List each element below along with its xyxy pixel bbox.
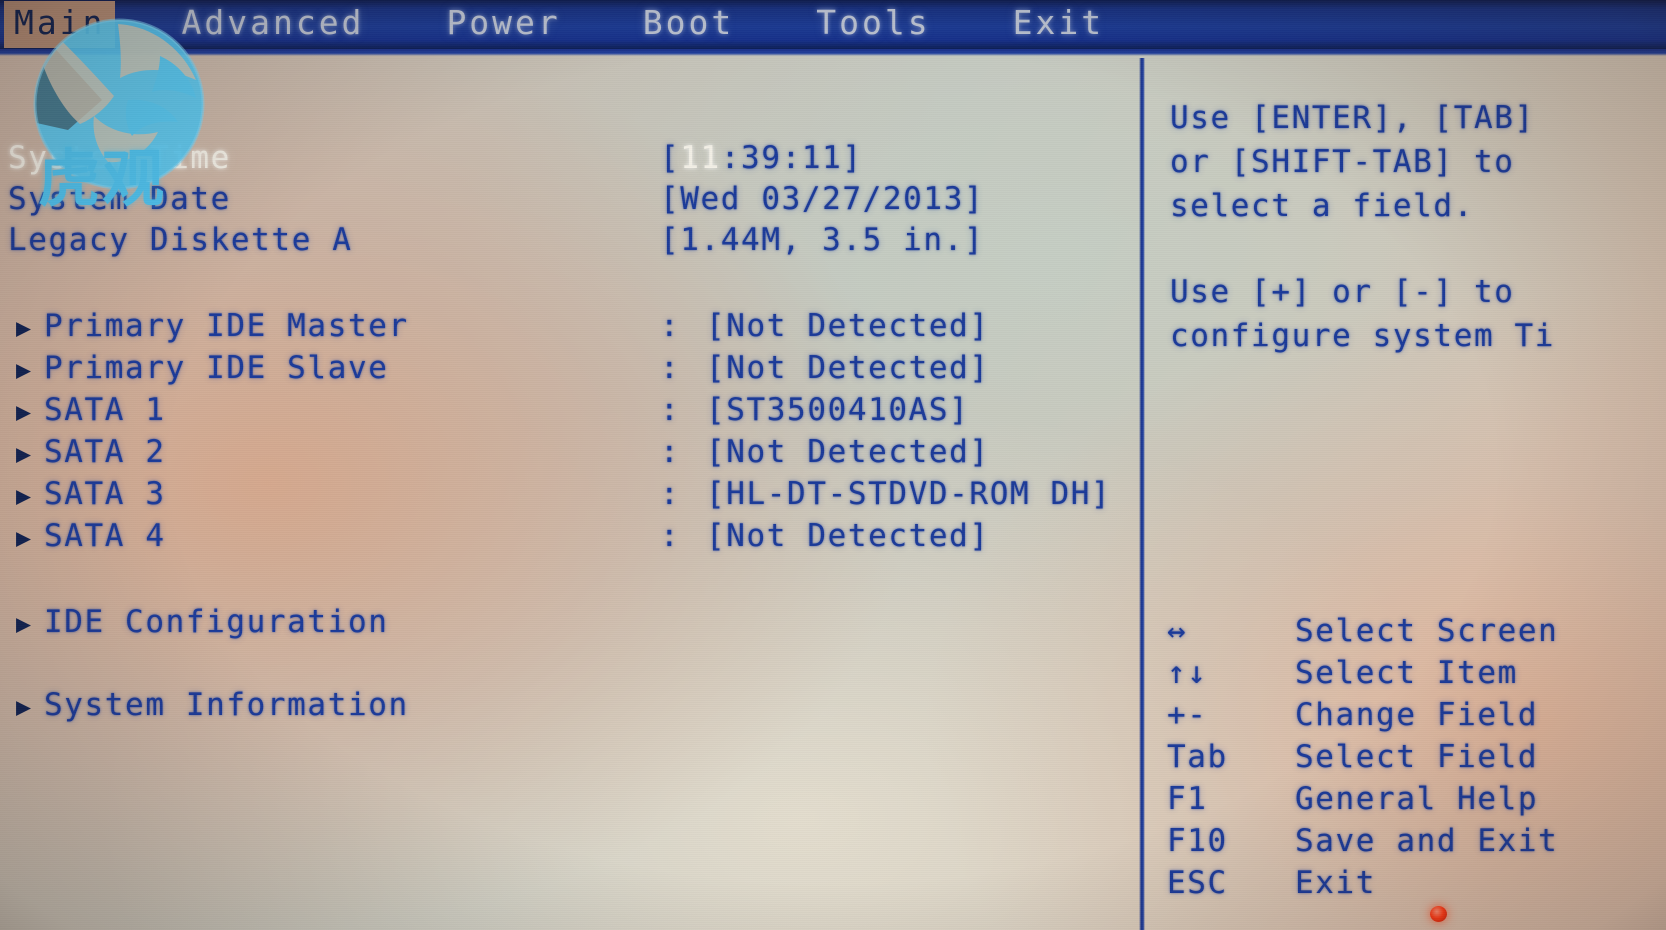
submenu-arrow-icon: ▶ bbox=[16, 481, 32, 510]
drive-value: [Not Detected] bbox=[706, 434, 990, 470]
system-time-hour-field[interactable]: 11 bbox=[680, 140, 721, 176]
setting-row-system-date[interactable]: System Date [Wed 03/27/2013] bbox=[0, 179, 984, 220]
drive-label: Primary IDE Slave bbox=[44, 350, 389, 386]
submenu-arrow-icon: ▶ bbox=[16, 692, 32, 721]
drive-label: SATA 3 bbox=[44, 476, 166, 512]
key-legend-row-general-help: F1 General Help bbox=[1167, 779, 1538, 820]
bios-menu-bar[interactable]: Main Advanced Power Boot Tools Exit bbox=[0, 0, 1666, 49]
menu-tab-exit[interactable]: Exit bbox=[1003, 1, 1114, 48]
key-glyph-tab: Tab bbox=[1167, 739, 1228, 775]
key-action-label: Select Item bbox=[1295, 655, 1518, 691]
drive-value: [Not Detected] bbox=[706, 518, 990, 554]
submenu-arrow-icon: ▶ bbox=[16, 313, 32, 342]
key-legend-row-save-and-exit: F10 Save and Exit bbox=[1167, 821, 1558, 862]
drive-value: [ST3500410AS] bbox=[706, 392, 970, 428]
key-legend-row-select-screen: ↔ Select Screen bbox=[1167, 611, 1558, 652]
system-time-label: System Time bbox=[8, 140, 231, 176]
monitor-power-led-indicator bbox=[1430, 906, 1447, 922]
key-action-label: Change Field bbox=[1295, 697, 1539, 733]
drive-separator: : bbox=[660, 350, 681, 386]
system-date-value[interactable]: [Wed 03/27/2013] bbox=[660, 179, 984, 220]
key-glyph-arrows-horizontal-icon: ↔ bbox=[1167, 613, 1188, 649]
setting-row-system-time[interactable]: System Time [11:39:11] bbox=[0, 138, 863, 179]
main-settings-pane: System Time [11:39:11] System Date [Wed … bbox=[0, 58, 1143, 930]
setting-row-legacy-diskette[interactable]: Legacy Diskette A [1.44M, 3.5 in.] bbox=[0, 220, 984, 261]
key-legend-row-exit: ESC Exit bbox=[1167, 863, 1376, 904]
system-time-rest[interactable]: :39:11] bbox=[721, 140, 863, 176]
drive-label: Primary IDE Master bbox=[44, 308, 409, 344]
key-legend-row-select-field: Tab Select Field bbox=[1167, 737, 1538, 778]
drive-value: [Not Detected] bbox=[706, 350, 990, 386]
key-glyph-f1: F1 bbox=[1167, 781, 1208, 817]
submenu-arrow-icon: ▶ bbox=[16, 523, 32, 552]
help-pane: Use [ENTER], [TAB] or [SHIFT-TAB] to sel… bbox=[1145, 58, 1666, 930]
key-action-label: Select Field bbox=[1295, 739, 1539, 775]
drive-value: [HL-DT-STDVD-ROM DH] bbox=[706, 476, 1112, 512]
drive-row-sata-2[interactable]: ▶ SATA 2 : [Not Detected] bbox=[0, 432, 990, 473]
legacy-diskette-label: Legacy Diskette A bbox=[8, 222, 353, 258]
drive-label: SATA 1 bbox=[44, 392, 166, 428]
menu-tab-tools[interactable]: Tools bbox=[806, 1, 940, 48]
help-line: Use [ENTER], [TAB] bbox=[1170, 100, 1535, 136]
drive-label: SATA 4 bbox=[44, 518, 166, 554]
drive-separator: : bbox=[660, 476, 681, 512]
drive-row-sata-3[interactable]: ▶ SATA 3 : [HL-DT-STDVD-ROM DH] bbox=[0, 474, 1111, 515]
key-legend-row-select-item: ↑↓ Select Item bbox=[1167, 653, 1518, 694]
submenu-arrow-icon: ▶ bbox=[16, 355, 32, 384]
menu-tab-advanced[interactable]: Advanced bbox=[171, 1, 374, 48]
menu-tab-power[interactable]: Power bbox=[436, 1, 570, 48]
key-glyph-esc: ESC bbox=[1167, 865, 1228, 901]
drive-separator: : bbox=[660, 434, 681, 470]
key-legend-row-change-field: +- Change Field bbox=[1167, 695, 1538, 736]
submenu-label: System Information bbox=[44, 687, 409, 723]
system-date-label: System Date bbox=[8, 181, 231, 217]
drive-row-primary-ide-master[interactable]: ▶ Primary IDE Master : [Not Detected] bbox=[0, 306, 990, 347]
menu-tab-main[interactable]: Main bbox=[4, 1, 116, 48]
submenu-row-ide-configuration[interactable]: ▶ IDE Configuration bbox=[0, 602, 388, 643]
help-line: select a field. bbox=[1170, 188, 1474, 224]
key-glyph-f10: F10 bbox=[1167, 823, 1228, 859]
system-time-bracket-open: [ bbox=[660, 140, 681, 176]
key-action-label: Save and Exit bbox=[1295, 823, 1559, 859]
drive-separator: : bbox=[660, 392, 681, 428]
menu-tab-boot[interactable]: Boot bbox=[633, 1, 744, 48]
key-glyph-arrows-vertical-icon: ↑↓ bbox=[1167, 655, 1208, 691]
drive-value: [Not Detected] bbox=[706, 308, 990, 344]
key-action-label: General Help bbox=[1295, 781, 1539, 817]
drive-row-primary-ide-slave[interactable]: ▶ Primary IDE Slave : [Not Detected] bbox=[0, 348, 990, 389]
legacy-diskette-value[interactable]: [1.44M, 3.5 in.] bbox=[660, 220, 984, 261]
submenu-arrow-icon: ▶ bbox=[16, 609, 32, 638]
drive-separator: : bbox=[660, 518, 681, 554]
help-line: configure system Ti bbox=[1170, 318, 1556, 354]
drive-separator: : bbox=[660, 308, 681, 344]
system-time-value[interactable]: [11:39:11] bbox=[660, 138, 863, 179]
menu-underline-divider bbox=[0, 49, 1666, 56]
key-action-label: Select Screen bbox=[1295, 613, 1559, 649]
drive-row-sata-4[interactable]: ▶ SATA 4 : [Not Detected] bbox=[0, 516, 990, 557]
help-line: Use [+] or [-] to bbox=[1170, 274, 1515, 310]
submenu-arrow-icon: ▶ bbox=[16, 397, 32, 426]
submenu-label: IDE Configuration bbox=[44, 604, 389, 640]
bios-setup-screen: Main Advanced Power Boot Tools Exit Syst… bbox=[0, 0, 1666, 930]
help-line: or [SHIFT-TAB] to bbox=[1170, 144, 1515, 180]
submenu-row-system-information[interactable]: ▶ System Information bbox=[0, 685, 409, 726]
submenu-arrow-icon: ▶ bbox=[16, 439, 32, 468]
key-glyph-plus-minus-icon: +- bbox=[1167, 697, 1208, 733]
drive-label: SATA 2 bbox=[44, 434, 166, 470]
drive-row-sata-1[interactable]: ▶ SATA 1 : [ST3500410AS] bbox=[0, 390, 969, 431]
key-action-label: Exit bbox=[1295, 865, 1377, 901]
